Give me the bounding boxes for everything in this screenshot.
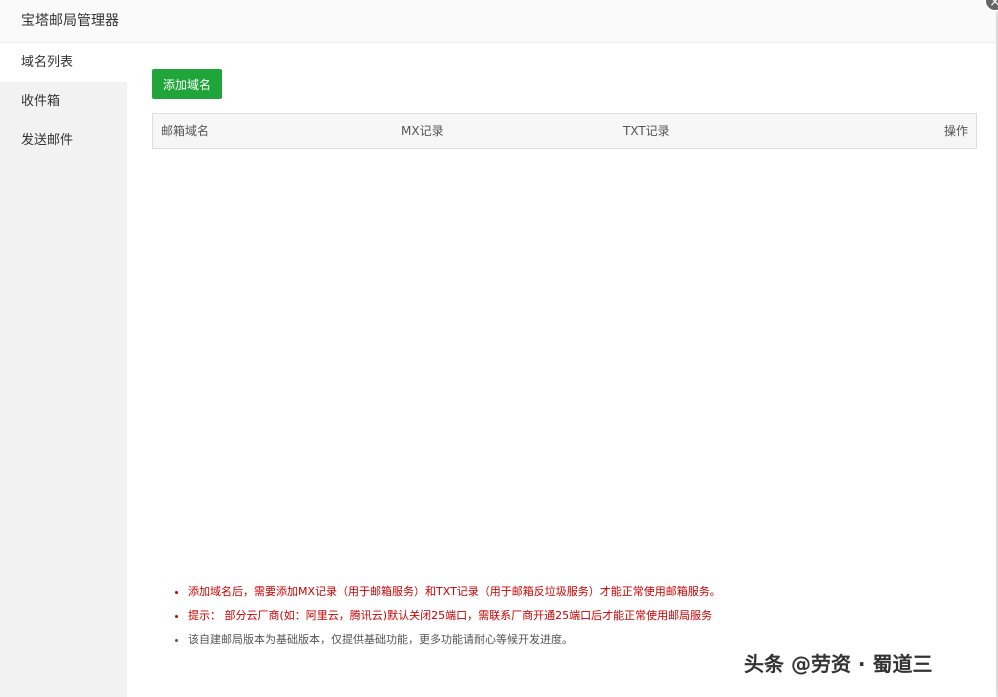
sidebar-item-inbox[interactable]: 收件箱	[0, 82, 127, 121]
column-header-txt: TXT记录	[623, 124, 670, 138]
mail-manager-dialog: 宝塔邮局管理器 × 域名列表 收件箱 发送邮件 添加域名 邮箱域名 MX记录 T…	[0, 0, 998, 697]
add-domain-button[interactable]: 添加域名	[152, 69, 222, 99]
tip-item: 添加域名后，需要添加MX记录（用于邮箱服务）和TXT记录（用于邮箱反垃圾服务）才…	[188, 580, 972, 604]
main-panel: 添加域名 邮箱域名 MX记录 TXT记录 操作 添加域名后，需要添加MX记录（用…	[127, 43, 996, 697]
sidebar: 域名列表 收件箱 发送邮件	[0, 43, 127, 697]
column-header-mx: MX记录	[401, 124, 444, 138]
domain-table-header: 邮箱域名 MX记录 TXT记录 操作	[152, 113, 977, 149]
watermark: 头条 @劳资 · 蜀道三	[744, 652, 933, 676]
sidebar-item-domain-list[interactable]: 域名列表	[0, 43, 127, 82]
column-header-actions: 操作	[943, 124, 968, 138]
dialog-title: 宝塔邮局管理器	[0, 0, 996, 43]
sidebar-item-send-mail[interactable]: 发送邮件	[0, 121, 127, 160]
column-header-domain: 邮箱域名	[161, 124, 210, 138]
tip-item: 提示： 部分云厂商(如：阿里云，腾讯云)默认关闭25端口，需联系厂商开通25端口…	[188, 604, 972, 628]
tips-list: 添加域名后，需要添加MX记录（用于邮箱服务）和TXT记录（用于邮箱反垃圾服务）才…	[172, 580, 972, 652]
